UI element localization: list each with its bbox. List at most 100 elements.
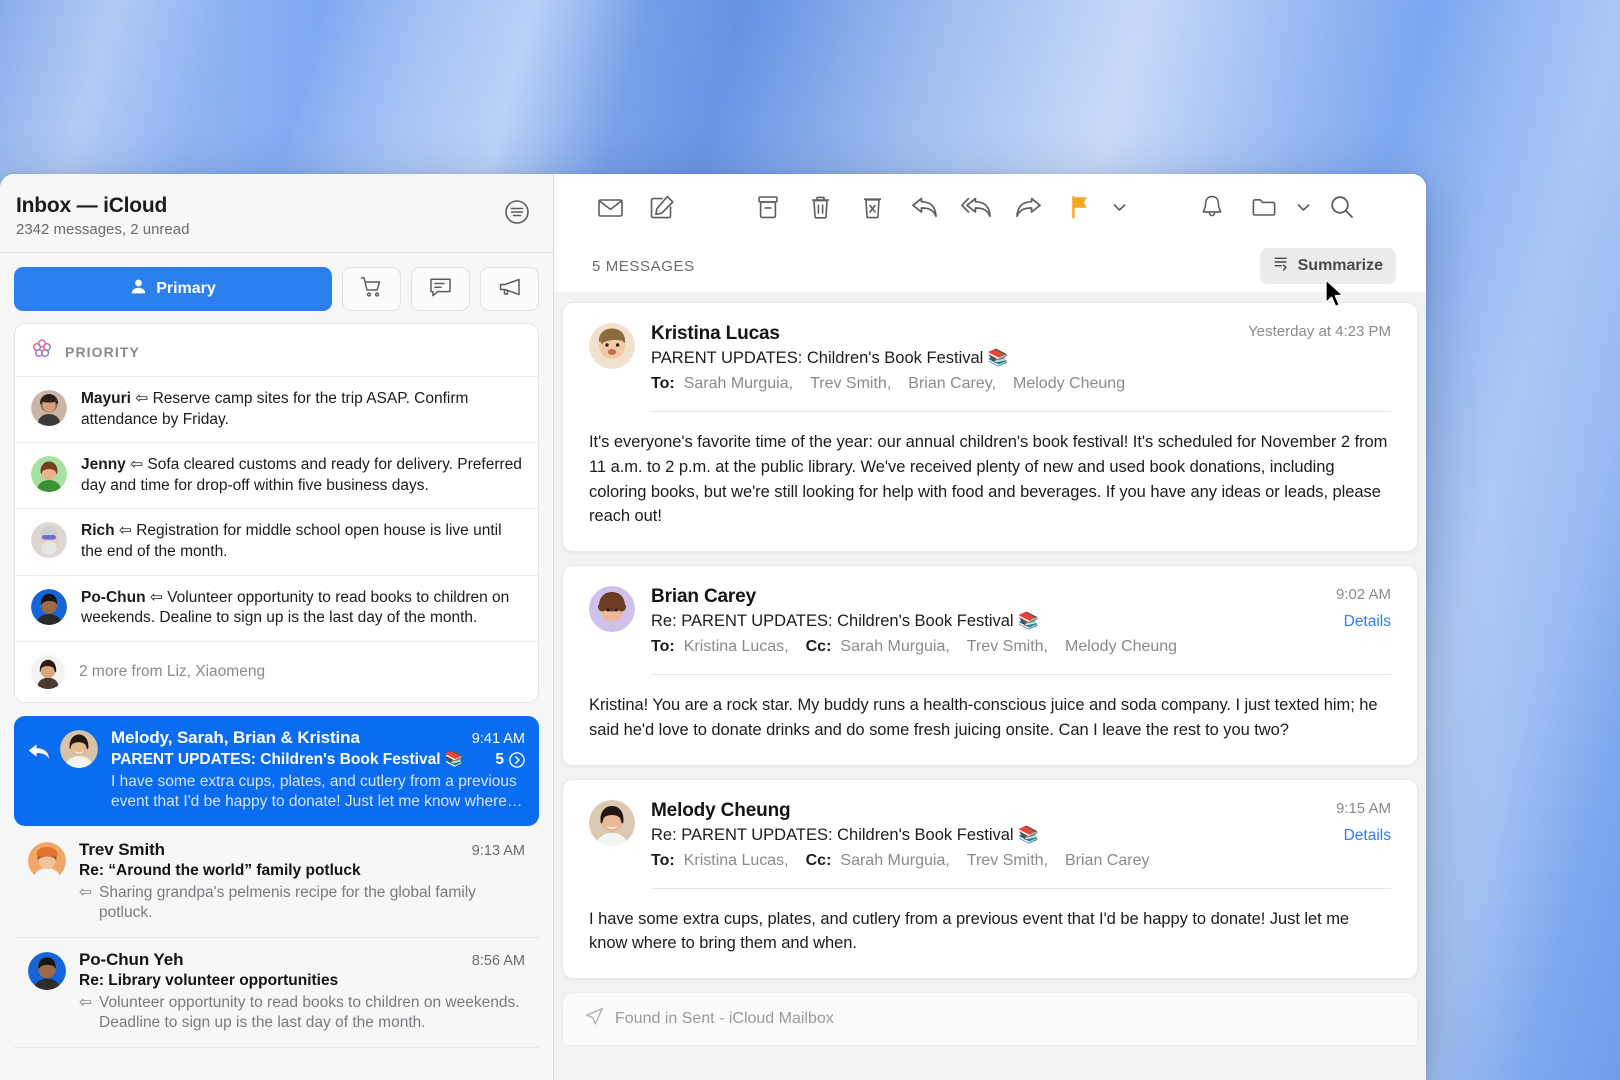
message-list-item-selected[interactable]: Melody, Sarah, Brian & Kristina 9:41 AM …	[14, 715, 539, 826]
message-subject: Re: PARENT UPDATES: Children's Book Fest…	[651, 612, 1039, 630]
forward-button[interactable]	[1002, 185, 1054, 229]
message-sender: Melody Cheung	[651, 799, 791, 821]
message-subject: PARENT UPDATES: Children's Book Festival…	[111, 750, 465, 768]
message-list-item[interactable]: Trev Smith 9:13 AM Re: “Around the world…	[14, 828, 539, 938]
message-list-item-body: Melody, Sarah, Brian & Kristina 9:41 AM …	[111, 728, 525, 813]
recipient[interactable]: Sarah Murguia,	[840, 638, 949, 656]
move-menu-chevron-down-icon[interactable]	[1290, 185, 1316, 229]
paper-plane-icon	[585, 1007, 604, 1031]
mark-unread-button[interactable]	[584, 185, 636, 229]
message-count-label: 5 MESSAGES	[592, 257, 695, 275]
recipient[interactable]: Melody Cheung	[1065, 638, 1177, 656]
message-sender: Po-Chun Yeh	[79, 949, 184, 969]
tab-updates[interactable]	[411, 267, 470, 311]
message-subject: Re: “Around the world” family potluck	[79, 861, 361, 879]
priority-more-row[interactable]: 2 more from Liz, Xiaomeng	[15, 640, 538, 702]
move-button[interactable]	[1238, 185, 1290, 229]
thread-scroll[interactable]: Kristina Lucas Yesterday at 4:23 PM PARE…	[554, 292, 1426, 1080]
tab-transactions[interactable]	[342, 267, 401, 311]
priority-sender: Jenny	[81, 456, 126, 474]
mailbox-subtitle: 2342 messages, 2 unread	[16, 221, 190, 238]
to-label: To:	[651, 851, 675, 869]
summarize-button[interactable]: Summarize	[1259, 248, 1396, 284]
reply-all-button[interactable]	[950, 185, 1002, 229]
tab-promotions[interactable]	[480, 267, 539, 311]
priority-item-text: Po-Chun ⇦ Volunteer opportunity to read …	[81, 588, 522, 629]
priority-item[interactable]: Jenny ⇦ Sofa cleared customs and ready f…	[15, 442, 538, 508]
message-subject: Re: PARENT UPDATES: Children's Book Fest…	[651, 825, 1039, 844]
recipient[interactable]: Brian Carey	[1065, 852, 1149, 870]
message-preview: I have some extra cups, plates, and cutl…	[111, 772, 523, 811]
recipient[interactable]: Kristina Lucas,	[684, 638, 789, 656]
priority-item[interactable]: Rich ⇦ Registration for middle school op…	[15, 508, 538, 574]
chat-bubble-icon	[429, 276, 452, 303]
tab-primary[interactable]: Primary	[14, 267, 332, 311]
tab-primary-label: Primary	[156, 280, 216, 297]
message-list-sidebar: Inbox — iCloud 2342 messages, 2 unread P…	[0, 174, 554, 1080]
reply-button[interactable]	[898, 185, 950, 229]
recipient[interactable]: Trev Smith,	[810, 375, 891, 393]
mail-window: Inbox — iCloud 2342 messages, 2 unread P…	[0, 174, 1426, 1080]
message-time: 8:56 AM	[471, 952, 525, 969]
flag-button[interactable]	[1054, 185, 1106, 229]
message-body: It's everyone's favorite time of the yea…	[589, 433, 1388, 526]
summary-icon: ⇦	[79, 883, 92, 901]
search-button[interactable]	[1316, 185, 1368, 229]
chevron-right-circle-icon	[509, 752, 525, 768]
summary-icon: ⇦	[130, 390, 153, 407]
thread-count-value: 5	[495, 750, 504, 768]
to-label: To:	[651, 638, 675, 655]
recipient[interactable]: Melody Cheung	[1013, 375, 1125, 393]
compose-button[interactable]	[636, 185, 688, 229]
avatar	[589, 323, 635, 393]
person-icon	[130, 278, 147, 300]
priority-more-label: 2 more from Liz, Xiaomeng	[79, 662, 266, 680]
flag-menu-chevron-down-icon[interactable]	[1106, 185, 1132, 229]
thread-message-card[interactable]: Melody Cheung Re: PARENT UPDATES: Childr…	[562, 778, 1418, 979]
thread-count[interactable]: 5	[495, 751, 525, 769]
priority-item[interactable]: Po-Chun ⇦ Volunteer opportunity to read …	[15, 574, 538, 641]
recipient[interactable]: Trev Smith,	[967, 638, 1048, 656]
filter-sort-icon[interactable]	[503, 198, 531, 226]
message-list-item-body: Po-Chun Yeh 8:56 AM Re: Library voluntee…	[79, 950, 525, 1034]
avatar	[589, 799, 635, 870]
priority-header: PRIORITY	[15, 324, 538, 376]
thread-header-bar: 5 MESSAGES Summarize	[554, 240, 1426, 292]
recipient[interactable]: Sarah Murguia,	[684, 375, 793, 393]
archive-button[interactable]	[742, 185, 794, 229]
divider	[651, 674, 1391, 675]
recipient[interactable]: Trev Smith,	[967, 852, 1048, 870]
message-recipients: To: Sarah Murguia, Trev Smith, Brian Car…	[651, 375, 1391, 393]
cc-label: Cc:	[805, 638, 832, 655]
recipient[interactable]: Brian Carey,	[908, 375, 996, 393]
message-time: Yesterday at 4:23 PM	[1248, 323, 1391, 340]
priority-label: PRIORITY	[65, 343, 140, 360]
summarize-icon	[1273, 255, 1290, 277]
message-body: I have some extra cups, plates, and cutl…	[589, 909, 1350, 953]
summary-icon: ⇦	[114, 522, 137, 540]
details-button[interactable]: Details	[1336, 613, 1391, 631]
details-button[interactable]: Details	[1336, 827, 1391, 845]
found-in-sent-label: Found in Sent - iCloud Mailbox	[615, 1010, 834, 1027]
divider	[651, 411, 1391, 412]
priority-item[interactable]: Mayuri ⇦ Reserve camp sites for the trip…	[15, 376, 538, 442]
recipient[interactable]: Sarah Murguia,	[840, 852, 949, 870]
summarize-label: Summarize	[1297, 257, 1383, 274]
message-list-scroll[interactable]: PRIORITY Mayuri ⇦ Reserve camp sites for…	[0, 323, 553, 1080]
avatar	[60, 729, 98, 813]
delete-button[interactable]	[794, 185, 846, 229]
cart-icon	[360, 276, 384, 303]
found-in-sent-bar[interactable]: Found in Sent - iCloud Mailbox	[562, 992, 1418, 1046]
avatar	[31, 522, 67, 559]
recipient[interactable]: Kristina Lucas,	[684, 852, 789, 870]
message-time: 9:41 AM	[471, 730, 525, 747]
notify-button[interactable]	[1186, 185, 1238, 229]
avatar	[31, 654, 65, 689]
sidebar-header: Inbox — iCloud 2342 messages, 2 unread	[0, 174, 553, 253]
message-list-item[interactable]: Po-Chun Yeh 8:56 AM Re: Library voluntee…	[14, 938, 539, 1048]
thread-message-card[interactable]: Kristina Lucas Yesterday at 4:23 PM PARE…	[562, 302, 1418, 552]
message-recipients: To: Kristina Lucas, Cc: Sarah Murguia, T…	[651, 852, 1322, 870]
mailbox-title: Inbox — iCloud	[16, 194, 168, 217]
thread-message-card[interactable]: Brian Carey Re: PARENT UPDATES: Children…	[562, 565, 1418, 766]
junk-button[interactable]	[846, 185, 898, 229]
